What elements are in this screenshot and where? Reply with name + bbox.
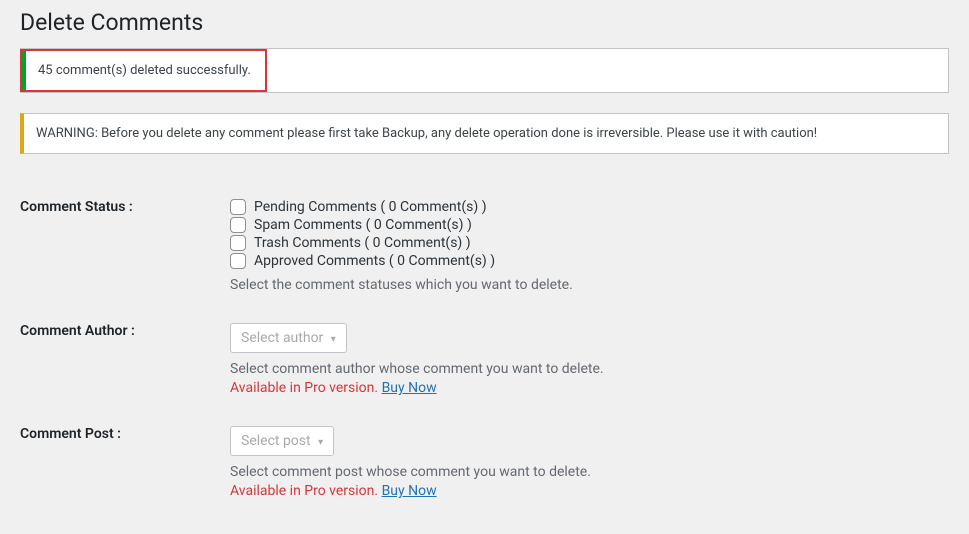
success-message: 45 comment(s) deleted successfully. [38, 63, 251, 78]
checkbox-approved[interactable] [230, 253, 246, 269]
warning-notice: WARNING: Before you delete any comment p… [20, 113, 949, 154]
checkbox-trash[interactable] [230, 235, 246, 251]
comment-status-label: Comment Status : [20, 184, 220, 308]
chevron-down-icon: ▾ [331, 334, 336, 345]
author-buy-link[interactable]: Buy Now [382, 380, 437, 396]
post-description: Select comment post whose comment you wa… [230, 464, 939, 480]
chevron-down-icon: ▾ [318, 437, 323, 448]
label-spam[interactable]: Spam Comments ( 0 Comment(s) ) [254, 217, 472, 233]
author-select[interactable]: Select author ▾ [230, 323, 347, 353]
comment-author-label: Comment Author : [20, 308, 220, 411]
comment-post-label: Comment Post : [20, 411, 220, 514]
label-approved[interactable]: Approved Comments ( 0 Comment(s) ) [254, 253, 495, 269]
author-placeholder: Select author [241, 330, 323, 346]
label-pending[interactable]: Pending Comments ( 0 Comment(s) ) [254, 199, 487, 215]
post-select[interactable]: Select post ▾ [230, 426, 334, 456]
post-pro-notice: Available in Pro version. Buy Now [230, 483, 939, 499]
checkbox-spam[interactable] [230, 217, 246, 233]
label-trash[interactable]: Trash Comments ( 0 Comment(s) ) [254, 235, 471, 251]
page-title: Delete Comments [20, 0, 949, 40]
success-notice: 45 comment(s) deleted successfully. [20, 48, 949, 93]
author-pro-notice: Available in Pro version. Buy Now [230, 380, 939, 396]
post-placeholder: Select post [241, 433, 311, 449]
author-description: Select comment author whose comment you … [230, 361, 939, 377]
checkbox-pending[interactable] [230, 199, 246, 215]
post-buy-link[interactable]: Buy Now [382, 483, 437, 499]
status-description: Select the comment statuses which you wa… [230, 277, 939, 293]
warning-message: WARNING: Before you delete any comment p… [36, 126, 817, 141]
